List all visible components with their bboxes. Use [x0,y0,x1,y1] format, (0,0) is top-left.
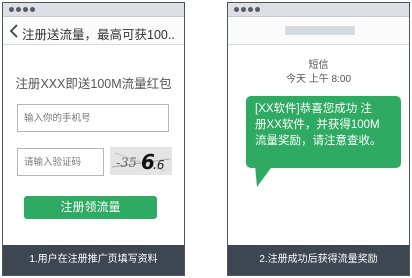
sms-message-bubble: [XX软件]恭喜您成功 注 册XX软件，并获得100M 流量奖励，请注意查收。 [246,96,401,168]
verification-code-input[interactable] [17,148,104,176]
message-line: 册XX软件，并获得100M [255,119,380,131]
bubble-tail [255,165,273,187]
chevron-left-icon[interactable] [8,23,20,39]
register-button[interactable]: 注册领流量 [24,196,157,219]
captcha-image[interactable]: -35 6 .6 [110,147,172,175]
sms-header: 短信 [308,60,329,71]
sms-timestamp: 今天 上午 8:00 [285,74,352,85]
nav-bar: 注册送流量，最高可获100.. [3,18,184,45]
message-line: [XX软件]恭喜您成功 注 [255,103,372,115]
register-page-phone: 注册送流量，最高可获100.. 注册XXX即送100M流量红包 -35 6 .6… [2,2,185,276]
svg-text:.6: .6 [153,158,165,172]
nav-placeholder-block [285,26,355,35]
sms-page-phone: 短信 今天 上午 8:00 [XX软件]恭喜您成功 注 册XX软件，并获得100… [227,2,410,276]
step-caption: 1.用户在注册推广页填写资料 [3,245,184,275]
message-line: 流量奖励，请注意查收。 [255,135,382,147]
page-title: 注册送流量，最高可获100.. [22,28,175,42]
promo-text: 注册XXX即送100M流量红包 [15,77,172,91]
status-bar [3,3,184,17]
step-caption: 2.注册成功后获得流量奖励 [228,245,409,275]
phone-number-input[interactable] [17,104,169,132]
status-bar [228,3,409,17]
nav-bar [228,18,409,45]
svg-text:-35: -35 [116,156,137,171]
